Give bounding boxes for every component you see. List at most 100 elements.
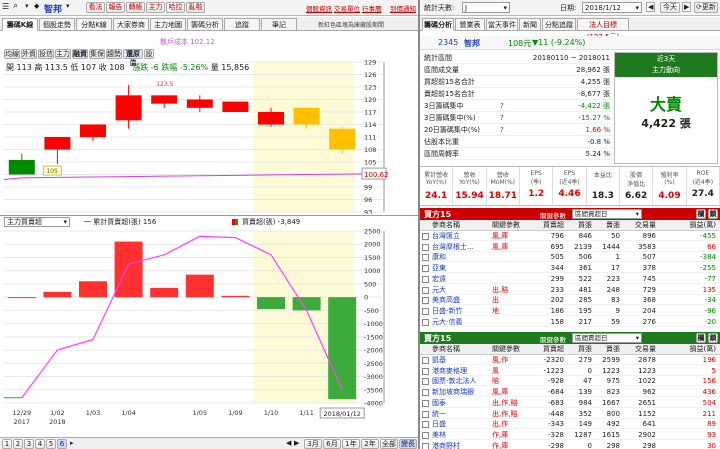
row-checkbox[interactable] — [422, 389, 429, 397]
net-bar[interactable] — [79, 281, 107, 298]
column-header[interactable]: 關鍵參數 — [492, 344, 532, 355]
toolbar-tab-1[interactable]: 報告 — [106, 2, 125, 13]
page-button-2[interactable]: 3 — [24, 439, 34, 449]
row-checkbox[interactable] — [422, 442, 429, 449]
table-row[interactable]: 國泰 出,作,賠 -683 984 1667 2651 504 — [420, 398, 720, 408]
subtab-5[interactable]: 籌碼分析 — [187, 18, 223, 31]
column-header[interactable]: 交易量 — [622, 344, 656, 355]
row-checkbox[interactable] — [422, 275, 429, 283]
net-bar[interactable] — [328, 297, 357, 400]
column-header[interactable]: 買賣超 — [532, 344, 564, 355]
table-row[interactable]: 美林 作,庫 -328 1287 1615 2902 93 — [420, 430, 720, 440]
page-button-1[interactable]: 2 — [13, 439, 23, 449]
table-row[interactable]: 元大 出,賠 233 481 248 729 135 — [420, 285, 720, 295]
table-row[interactable]: 港商野村 作,庫 -298 0 298 298 30 — [420, 441, 720, 449]
column-header[interactable]: 關鍵參數 — [492, 220, 532, 231]
range-button-3[interactable]: 2年 — [361, 439, 379, 449]
buy-column-button[interactable]: 欄 — [696, 209, 706, 219]
range-button-5[interactable]: 變長 — [399, 439, 417, 449]
row-checkbox[interactable] — [422, 297, 429, 305]
toolbar-tab-2[interactable]: 轉帳 — [126, 2, 145, 13]
candle-body[interactable] — [80, 124, 106, 138]
column-header[interactable]: 賣張 — [594, 220, 620, 231]
net-buy-chart[interactable]: 2500 2000 1500 1000 500 0 -500 -1000 -1500 -2000 -… — [0, 227, 418, 435]
help-icon[interactable]: ? — [500, 112, 508, 124]
table-row[interactable]: 元大-信義 158 217 59 276 -20 — [420, 317, 720, 327]
candle-body[interactable] — [186, 99, 213, 108]
net-bar[interactable] — [7, 297, 36, 299]
toolbar-tab-0[interactable]: 看法 — [86, 2, 105, 13]
subtab-2[interactable]: 分點K線 — [76, 18, 112, 31]
column-header[interactable]: 參商名稱 — [432, 344, 490, 355]
column-header[interactable]: 買賣超 — [532, 220, 564, 231]
table-row[interactable]: 台灣匯立 風,庫 796 846 50 896 -455 — [420, 231, 720, 241]
toolbar-tab-3[interactable]: 主力 — [146, 2, 165, 13]
toolbar-tab-5[interactable]: 亂啦 — [186, 2, 205, 13]
column-header[interactable]: 損益(萬) — [660, 344, 716, 355]
row-checkbox[interactable] — [422, 318, 429, 326]
row-checkbox[interactable] — [422, 254, 429, 262]
row-checkbox[interactable] — [422, 243, 429, 251]
candle-body[interactable] — [44, 137, 71, 150]
refresh-button[interactable]: ⟳更新 — [694, 2, 718, 13]
menu-icon[interactable]: ☰ — [2, 2, 12, 12]
table-row[interactable]: 日盛 出,作 -343 149 492 641 89 — [420, 419, 720, 430]
right-link-1[interactable]: 交易單位 — [334, 3, 360, 13]
sell-lock-button[interactable]: 鎖 — [708, 333, 718, 343]
row-checkbox[interactable] — [422, 307, 429, 315]
right-tab-5[interactable]: 法人目標(127.5元) — [577, 18, 629, 41]
stock-dropdown-icon[interactable]: ▾ — [66, 2, 70, 10]
row-checkbox[interactable] — [422, 265, 429, 273]
scroll-left-icon[interactable]: ◀ — [286, 439, 291, 447]
row-checkbox[interactable] — [422, 431, 429, 439]
table-row[interactable]: 港商麥格理 風 -1223 0 1223 1223 5 — [420, 366, 720, 376]
table-row[interactable]: 美商高盛 出 202 285 83 368 -34 — [420, 295, 720, 306]
row-checkbox[interactable] — [422, 357, 429, 364]
subtab-7[interactable]: 筆記 — [261, 18, 297, 31]
net-bar[interactable] — [43, 291, 72, 298]
candle-body[interactable] — [8, 159, 35, 175]
sell-related-select[interactable]: 區間賣超日 ▾ — [572, 333, 642, 343]
right-tab-0[interactable]: 籌碼分析 — [422, 18, 454, 31]
right-tab-4[interactable]: 分點追蹤 — [542, 18, 576, 31]
page-button-4[interactable]: 5 — [46, 439, 56, 449]
page-button-5[interactable]: 6 — [57, 439, 67, 449]
candle-body[interactable] — [222, 101, 249, 112]
column-header[interactable]: 損益(萬) — [660, 220, 716, 231]
column-header[interactable]: 交易量 — [622, 220, 656, 231]
stock-name[interactable]: 智邦 — [44, 2, 62, 15]
column-header[interactable]: 買張 — [566, 220, 592, 231]
lower-select[interactable]: 主力買賣超 ▾ — [4, 217, 70, 227]
price-chart[interactable]: 939699102105108111114117120123126129100.… — [0, 36, 418, 214]
table-row[interactable]: 康和 505 506 1 507 -384 — [420, 252, 720, 263]
diamond-icon[interactable]: ◆ — [34, 2, 39, 10]
table-row[interactable]: 新加坡商瑞銀 風,庫 -684 139 823 962 436 — [420, 387, 720, 398]
right-tab-1[interactable]: 營業表 — [455, 18, 485, 31]
row-checkbox[interactable] — [422, 378, 429, 386]
column-header[interactable]: 參商名稱 — [432, 220, 490, 231]
stat-select[interactable]: J ▾ — [462, 2, 510, 13]
help-icon[interactable]: ? — [500, 124, 508, 136]
prev-day-icon[interactable]: ◀ — [646, 2, 656, 12]
net-bar[interactable] — [114, 241, 143, 298]
right-link-2[interactable]: 行事曆 — [362, 3, 382, 13]
row-checkbox[interactable] — [422, 367, 429, 375]
row-checkbox[interactable] — [422, 399, 429, 407]
candle-body[interactable] — [329, 128, 356, 150]
candle-body[interactable] — [293, 107, 320, 125]
row-checkbox[interactable] — [422, 233, 429, 240]
page-button-3[interactable]: 4 — [35, 439, 45, 449]
candle-body[interactable] — [115, 95, 142, 121]
buy-related-select[interactable]: 區間買超日 ▾ — [572, 209, 642, 219]
table-row[interactable]: 日盛-新竹 地 186 195 9 204 -96 — [420, 306, 720, 316]
table-row[interactable]: 台灣摩根士... 風,庫 695 2139 1444 3583 66 — [420, 242, 720, 252]
dropdown-icon[interactable]: ▾ — [25, 2, 29, 10]
date-input[interactable]: 2018/1/12 ▾ — [582, 2, 642, 13]
page-next-icon[interactable]: ▸ — [70, 439, 74, 447]
search-icon[interactable]: ⌕ — [13, 1, 18, 11]
scroll-right-icon[interactable]: ▶ — [294, 439, 299, 447]
candle-body[interactable] — [151, 95, 178, 104]
today-button[interactable]: 今天 — [660, 2, 680, 13]
net-bar[interactable] — [292, 297, 321, 311]
range-button-0[interactable]: 3月 — [304, 439, 322, 449]
